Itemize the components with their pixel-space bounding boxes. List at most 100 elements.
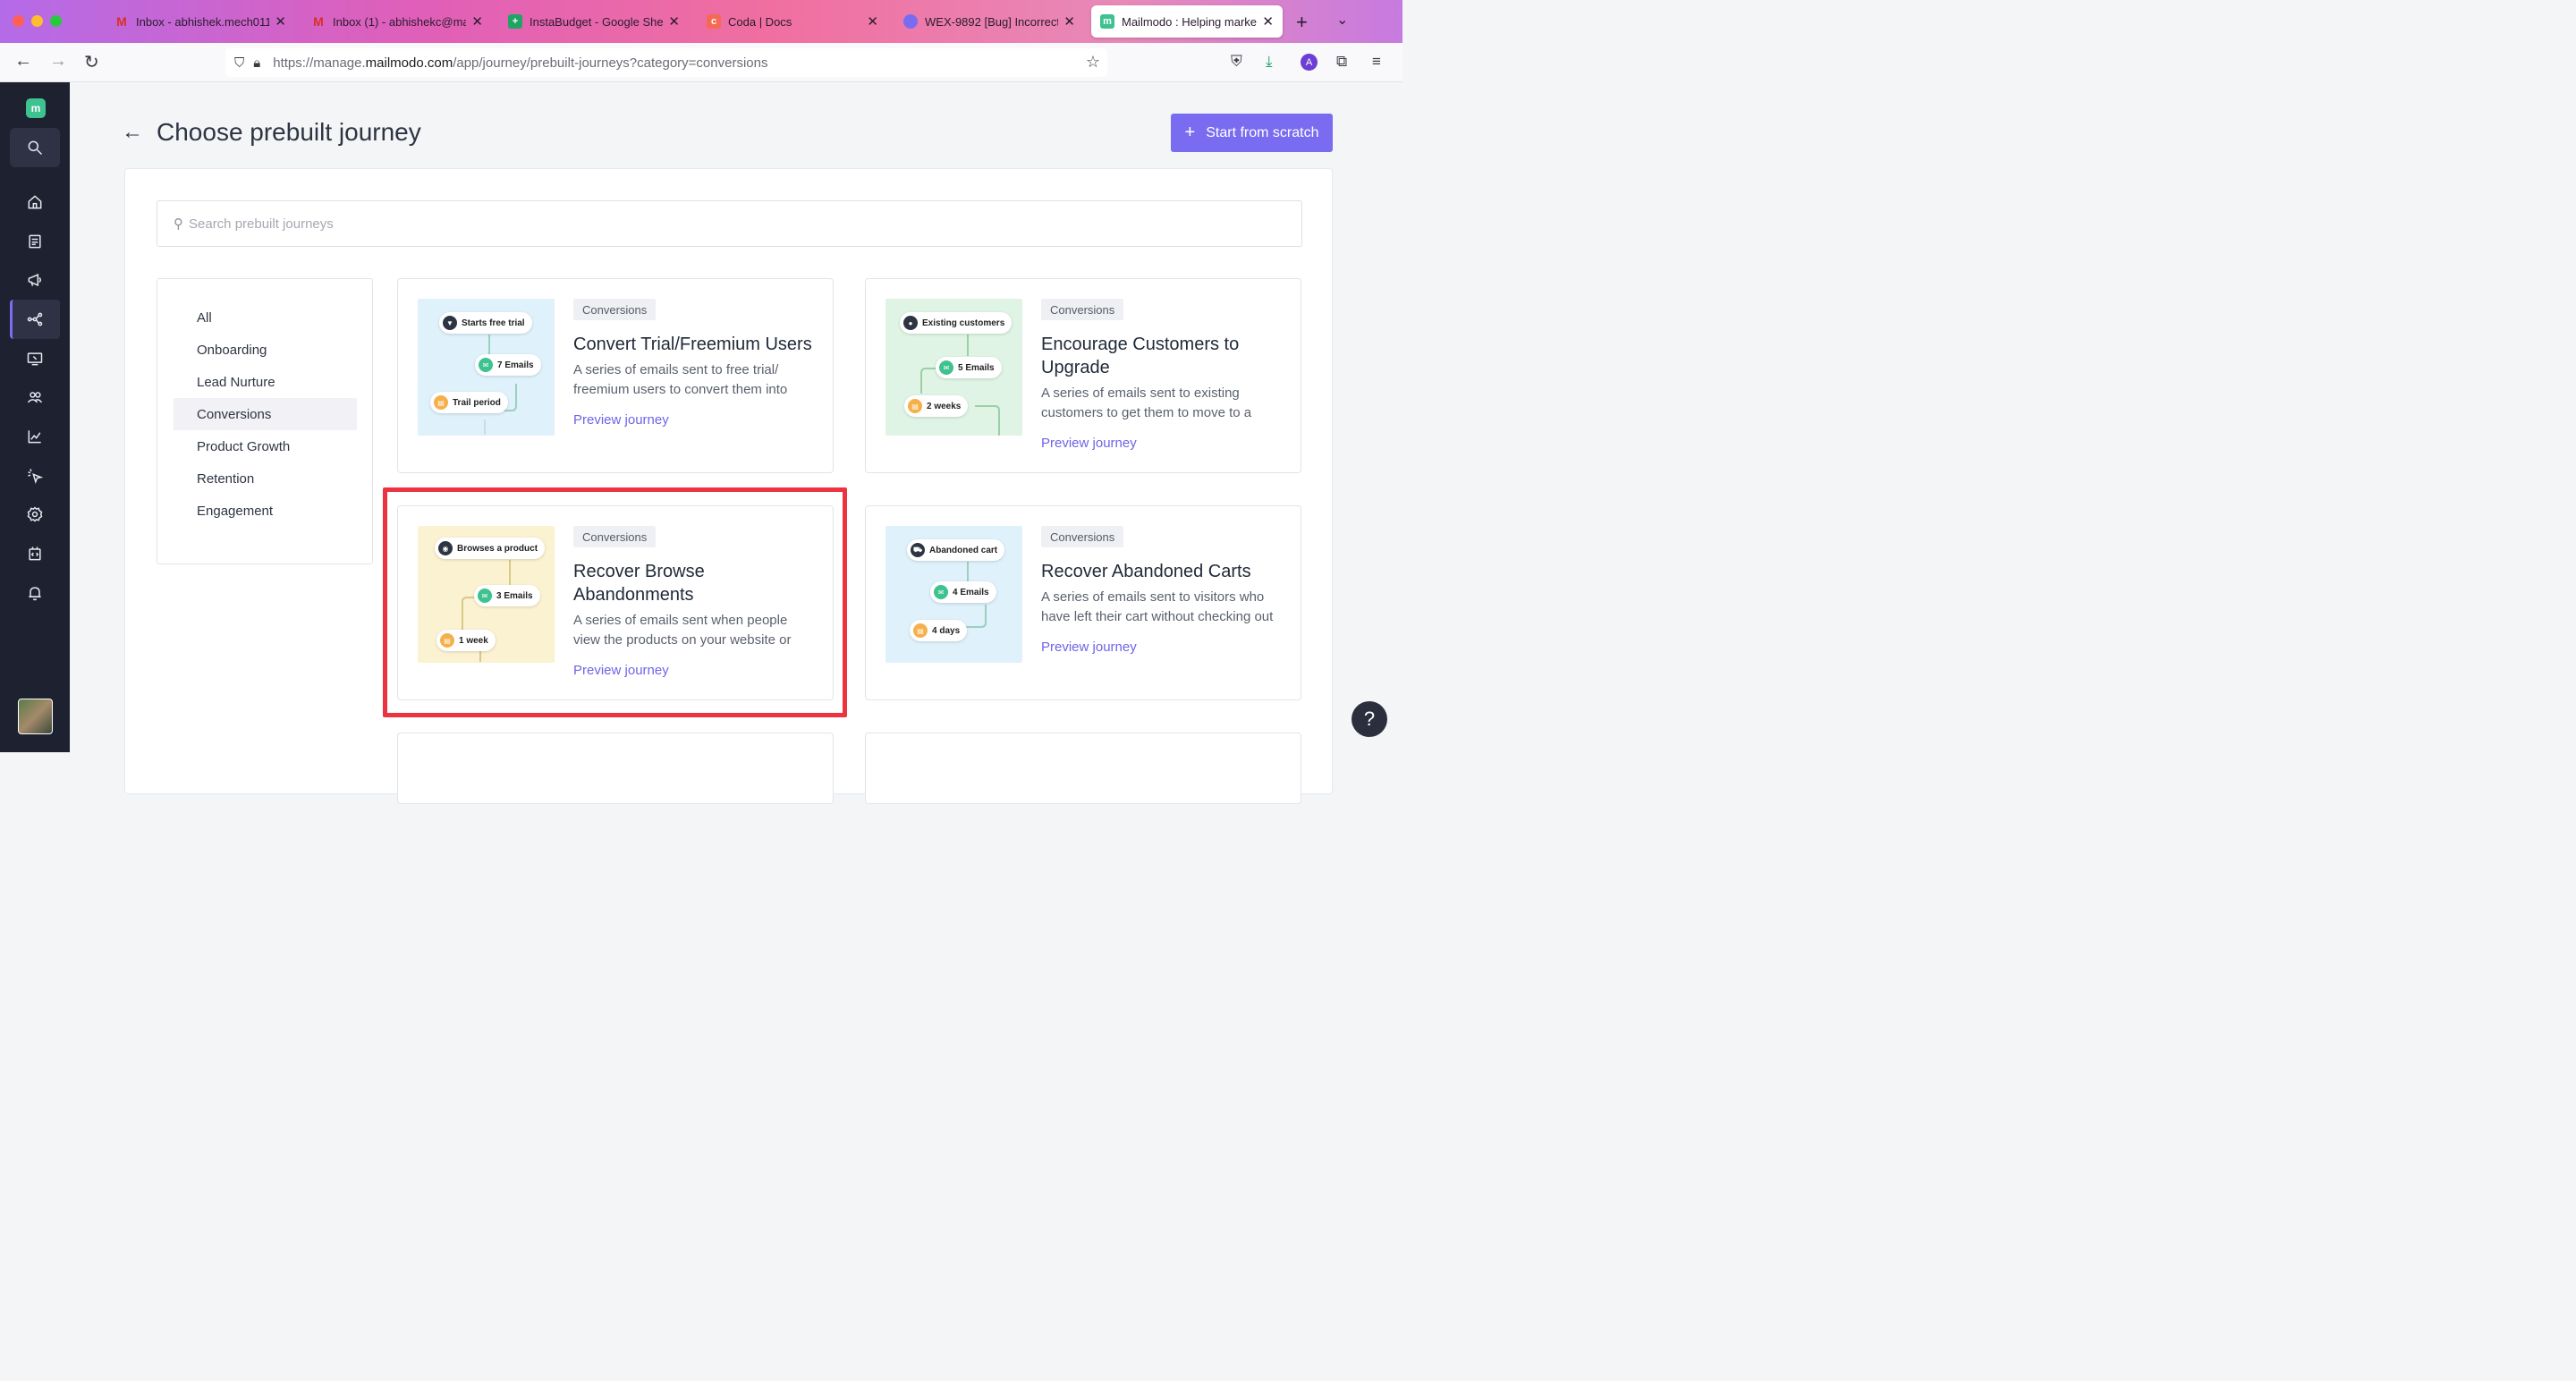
maximize-window-button[interactable]	[50, 15, 62, 27]
url-domain: mailmodo.com	[365, 55, 453, 71]
flow-node-trigger: ▼ Starts free trial	[439, 312, 532, 334]
analytics-icon[interactable]	[21, 423, 48, 450]
url-bar[interactable]: ⛉ 🔒︎ https://manage.mailmodo.com/app/jou…	[225, 48, 1107, 77]
chevron-down-icon[interactable]: ⌄	[1336, 11, 1348, 29]
events-icon[interactable]	[21, 462, 48, 489]
browser-tab-bar: M Inbox - abhishek.mech011@ ✕ M Inbox (1…	[0, 0, 1402, 43]
journey-thumbnail: ▼ Starts free trial ✉ 7 Emails ▤ Trail peri…	[418, 299, 555, 436]
preview-journey-link[interactable]: Preview journey	[1041, 436, 1137, 451]
user-avatar[interactable]	[18, 699, 53, 734]
download-icon[interactable]: ⤓	[1266, 53, 1273, 71]
flow-node-label: Trail period	[453, 397, 501, 408]
campaigns-icon[interactable]	[21, 267, 48, 293]
url-text[interactable]: https://manage.mailmodo.com/app/journey/…	[273, 55, 767, 71]
menu-icon[interactable]: ≡	[1372, 53, 1381, 71]
flow-node-wait: ▤ Trail period	[430, 392, 508, 413]
journey-card-abandoned-carts[interactable]: ⛟ Abandoned cart ✉ 4 Emails ▤ 4 days Conver…	[865, 505, 1301, 700]
flow-node-emails: ✉ 7 Emails	[475, 354, 541, 376]
search-icon: ⚲	[174, 216, 183, 232]
templates-icon[interactable]	[21, 228, 48, 255]
journey-description: A series of emails sent to existing cust…	[1041, 385, 1252, 420]
search-field[interactable]: ⚲	[157, 200, 1302, 247]
search-input[interactable]	[189, 216, 1262, 232]
close-window-button[interactable]	[13, 15, 24, 27]
cart-icon: ⛟	[911, 543, 925, 557]
minimize-window-button[interactable]	[31, 15, 43, 27]
notifications-icon[interactable]	[21, 580, 48, 606]
browser-tab-linear[interactable]: WEX-9892 [Bug] Incorrect ✕	[894, 5, 1084, 38]
email-icon: ✉	[939, 360, 953, 375]
lock-icon: 🔒︎	[253, 55, 261, 71]
pocket-icon[interactable]: ⛨	[1231, 53, 1242, 71]
sheets-icon: +	[508, 14, 522, 29]
highlight-box	[383, 487, 847, 717]
url-prefix: https://manage.	[273, 55, 366, 71]
extensions-icon[interactable]: ⧉	[1336, 53, 1347, 71]
flow-node-emails: ✉ 5 Emails	[936, 357, 1002, 378]
page-title: Choose prebuilt journey	[157, 118, 421, 146]
profile-avatar[interactable]: A	[1301, 54, 1318, 71]
journey-title: Recover Abandoned Carts	[1041, 562, 1251, 581]
flow-node-label: Starts free trial	[462, 318, 525, 328]
start-from-scratch-label: Start from scratch	[1206, 124, 1319, 140]
journey-card-encourage-upgrade[interactable]: ● Existing customers ✉ 5 Emails ▤ 2 weeks C…	[865, 278, 1301, 473]
journey-card-convert-trial[interactable]: ▼ Starts free trial ✉ 7 Emails ▤ Trail peri…	[397, 278, 834, 473]
back-arrow-icon[interactable]: ←	[14, 51, 32, 72]
category-onboarding[interactable]: Onboarding	[174, 334, 357, 366]
preview-journey-link[interactable]: Preview journey	[1041, 640, 1137, 655]
back-arrow-icon[interactable]: ←	[122, 120, 143, 145]
browser-tab-coda[interactable]: c Coda | Docs ✕	[698, 5, 887, 38]
close-tab-icon[interactable]: ✕	[275, 13, 286, 30]
contacts-icon[interactable]	[21, 384, 48, 411]
category-all[interactable]: All	[174, 301, 357, 334]
url-path: /app/journey/prebuilt-journeys?category=…	[453, 55, 768, 71]
category-conversions[interactable]: Conversions	[174, 398, 357, 430]
flow-node-wait: ▤ 2 weeks	[904, 395, 969, 417]
category-engagement[interactable]: Engagement	[174, 495, 357, 527]
linear-icon	[903, 14, 918, 29]
app-sidebar: m	[0, 82, 70, 752]
settings-icon[interactable]	[21, 501, 48, 528]
category-badge: Conversions	[573, 299, 657, 320]
gmail-icon: M	[116, 14, 127, 29]
flow-node-label: 4 Emails	[953, 587, 989, 597]
category-retention[interactable]: Retention	[174, 462, 357, 495]
journey-description: A series of emails sent to free trial/ f…	[573, 362, 788, 397]
preview-journey-link[interactable]: Preview journey	[573, 412, 669, 428]
main-content: ← Choose prebuilt journey + Start from s…	[70, 82, 1402, 804]
help-button[interactable]: ?	[1352, 701, 1387, 737]
category-lead-nurture[interactable]: Lead Nurture	[174, 366, 357, 398]
search-icon[interactable]	[21, 134, 48, 161]
browser-tab-gmail-2[interactable]: M Inbox (1) - abhishekc@mailr ✕	[302, 5, 492, 38]
email-icon: ✉	[479, 358, 493, 372]
category-product-growth[interactable]: Product Growth	[174, 430, 357, 462]
journey-title: Encourage Customers to Upgrade	[1041, 335, 1240, 377]
start-from-scratch-button[interactable]: + Start from scratch	[1171, 114, 1333, 152]
journey-card-partial[interactable]	[397, 733, 834, 804]
browser-tab-gmail-1[interactable]: M Inbox - abhishek.mech011@ ✕	[106, 5, 295, 38]
close-tab-icon[interactable]: ✕	[867, 13, 878, 30]
mailmodo-icon: m	[1100, 14, 1114, 29]
close-tab-icon[interactable]: ✕	[668, 13, 680, 30]
flow-node-label: 7 Emails	[497, 360, 534, 370]
journey-thumbnail: ● Existing customers ✉ 5 Emails ▤ 2 weeks	[886, 299, 1022, 436]
journeys-icon[interactable]	[21, 306, 48, 333]
integrations-icon[interactable]	[21, 540, 48, 567]
forward-arrow-icon[interactable]: →	[49, 51, 67, 72]
browser-tab-mailmodo[interactable]: m Mailmodo : Helping markete ✕	[1091, 5, 1283, 38]
bookmark-star-icon[interactable]: ☆	[1086, 53, 1100, 72]
close-tab-icon[interactable]: ✕	[1262, 13, 1274, 30]
reload-icon[interactable]: ↻	[84, 51, 99, 73]
home-icon[interactable]	[21, 189, 48, 216]
flow-node-label: 2 weeks	[927, 401, 962, 411]
flow-node-label: 5 Emails	[958, 362, 995, 373]
mailmodo-logo[interactable]: m	[26, 98, 46, 118]
close-tab-icon[interactable]: ✕	[471, 13, 483, 30]
widgets-icon[interactable]	[21, 345, 48, 372]
journey-card-partial[interactable]	[865, 733, 1301, 804]
browser-tab-sheets[interactable]: + InstaBudget - Google Sheet ✕	[499, 5, 689, 38]
coda-icon: c	[707, 14, 721, 29]
close-tab-icon[interactable]: ✕	[1063, 13, 1075, 30]
new-tab-icon[interactable]: +	[1296, 11, 1308, 34]
journey-title: Convert Trial/Freemium Users	[573, 335, 812, 354]
